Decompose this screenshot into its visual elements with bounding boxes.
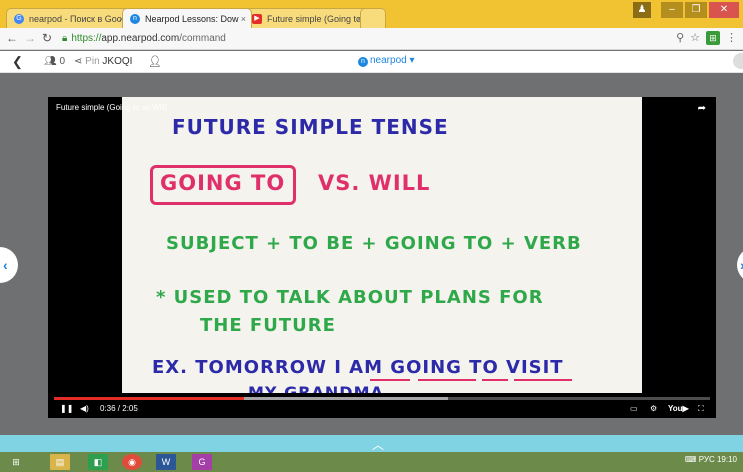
pin-label: Pin [85, 56, 100, 67]
captions-icon[interactable]: ▭ [630, 404, 638, 413]
minimize-button[interactable]: – [661, 2, 683, 18]
underline-i-am [370, 379, 410, 381]
clock[interactable]: 19:10 [717, 455, 737, 464]
bottom-drawer-bar[interactable]: ︿ [0, 435, 743, 452]
nearpod-logo[interactable]: n nearpod ▾ [358, 55, 415, 67]
url-input[interactable]: 🔒︎ https://app.nearpod.com/command [62, 31, 682, 47]
tab-nearpod-lessons[interactable]: n Nearpod Lessons: Dow × [122, 8, 252, 28]
tab-label: Future simple (Going to v [267, 14, 368, 24]
address-bar-icons: ⚲ ☆ ⊞ ⋮ [676, 31, 737, 45]
youtube-favicon-icon: ▶ [252, 14, 262, 24]
students-count: 0 [59, 56, 66, 67]
video-player[interactable]: FUTURE SIMPLE TENSE GOING TO VS. WILL SU… [48, 97, 716, 418]
windows-taskbar: ⊞ ▤ ◧ ◉ W G ⌨ РУС 19:10 [0, 452, 743, 472]
board-example: EX. TOMORROW I AM GOING TO VISIT [152, 357, 564, 378]
tab-strip: G nearpod - Поиск в Googl × n Nearpod Le… [6, 8, 386, 28]
extension-icon[interactable]: ⊞ [706, 31, 720, 45]
restore-button[interactable]: ❐ [685, 2, 707, 18]
board-usage: * USED TO TALK ABOUT PLANS FOR [156, 287, 544, 308]
menu-icon[interactable]: ⋮ [726, 31, 737, 45]
back-chevron-icon[interactable]: ❮ [12, 54, 23, 70]
chevron-down-icon: ▾ [409, 55, 415, 66]
underline-going [418, 379, 476, 381]
video-time: 0:36 / 2:05 [100, 404, 138, 413]
underline-visit [514, 379, 572, 381]
address-bar-row: ← → ↻ 🔒︎ https://app.nearpod.com/command … [0, 28, 743, 50]
tab-google-search[interactable]: G nearpod - Поиск в Googl × [6, 8, 130, 28]
store-icon[interactable]: ◧ [88, 454, 108, 470]
language-indicator[interactable]: РУС [699, 455, 715, 464]
board-formula: SUBJECT + TO BE + GOING TO + VERB [166, 233, 582, 254]
video-controls: ❚❚ ◀) 0:36 / 2:05 ▭ ⚙ You▶ ⛶ [48, 401, 716, 418]
url-scheme: https:// [71, 33, 102, 44]
reload-icon[interactable]: ↻ [42, 31, 52, 45]
share-icon: ⋖ [74, 56, 83, 67]
pin-indicator[interactable]: ⋖ Pin JKOQI [74, 56, 132, 67]
url-host: app.nearpod.com [101, 33, 180, 44]
google-favicon-icon: G [14, 14, 24, 24]
browser-title-bar: G nearpod - Поиск в Googl × n Nearpod Le… [0, 0, 743, 28]
students-indicator[interactable]: 👥︎ 0 [44, 56, 65, 67]
underline-to [482, 379, 508, 381]
pause-icon[interactable]: ❚❚ [60, 404, 73, 413]
system-tray: ⌨ РУС 19:10 [685, 455, 737, 464]
nearpod-logo-icon: n [358, 57, 368, 67]
profile-icon[interactable]: ♟ [633, 2, 651, 18]
chrome-icon[interactable]: ◉ [122, 454, 142, 470]
board-line-title: FUTURE SIMPLE TENSE [172, 115, 449, 139]
played-bar [54, 397, 245, 400]
back-arrow-icon[interactable]: ← [6, 31, 18, 45]
video-progress-bar[interactable] [54, 397, 710, 400]
video-title[interactable]: Future simple (Going to vs Will) [56, 103, 168, 112]
nearpod-favicon-icon: n [130, 14, 140, 24]
settings-gear-icon[interactable]: ⚙ [650, 404, 657, 413]
nearpod-toolbar: ❮ 👥︎ 0 ⋖ Pin JKOQI 👤︎ n nearpod ▾ [0, 51, 743, 73]
zoom-icon[interactable]: ⚲ [676, 31, 684, 45]
board-going-to: GOING TO [160, 171, 286, 195]
youtube-logo-icon[interactable]: You▶ [668, 404, 689, 413]
fullscreen-icon[interactable]: ⛶ [698, 404, 704, 414]
tab-label: Nearpod Lessons: Dow [145, 14, 239, 24]
tab-label: nearpod - Поиск в Googl [29, 14, 129, 24]
windows-start-icon[interactable]: ⊞ [6, 454, 26, 470]
pin-code: JKOQI [102, 56, 133, 67]
user-icon[interactable]: 👤︎ [148, 55, 162, 68]
file-explorer-icon[interactable]: ▤ [50, 454, 70, 470]
chevron-up-icon[interactable]: ︿ [372, 436, 384, 453]
nearpod-logo-text: nearpod [370, 55, 407, 66]
window-controls: – ❐ ✕ [661, 2, 739, 18]
share-arrow-icon[interactable]: ➦ [698, 103, 706, 114]
lock-icon: 🔒︎ [62, 33, 68, 44]
keyboard-icon[interactable]: ⌨ [685, 455, 697, 464]
close-window-button[interactable]: ✕ [709, 2, 739, 18]
close-tab-icon[interactable]: × [241, 9, 246, 28]
whiteboard: FUTURE SIMPLE TENSE GOING TO VS. WILL SU… [122, 97, 642, 393]
url-path: /command [179, 33, 226, 44]
app-icon[interactable]: G [192, 454, 212, 470]
word-icon[interactable]: W [156, 454, 176, 470]
volume-icon[interactable]: ◀) [80, 404, 89, 413]
avatar[interactable] [733, 53, 743, 69]
board-grandma: MY GRANDMA [248, 383, 384, 393]
students-icon: 👥︎ [44, 56, 57, 67]
board-vs-will: VS. WILL [318, 171, 431, 195]
star-icon[interactable]: ☆ [690, 31, 700, 45]
tab-youtube-video[interactable]: ▶ Future simple (Going to v × [244, 8, 368, 28]
board-the-future: THE FUTURE [200, 315, 336, 336]
new-tab-button[interactable] [360, 8, 386, 28]
forward-arrow-icon[interactable]: → [24, 31, 36, 45]
